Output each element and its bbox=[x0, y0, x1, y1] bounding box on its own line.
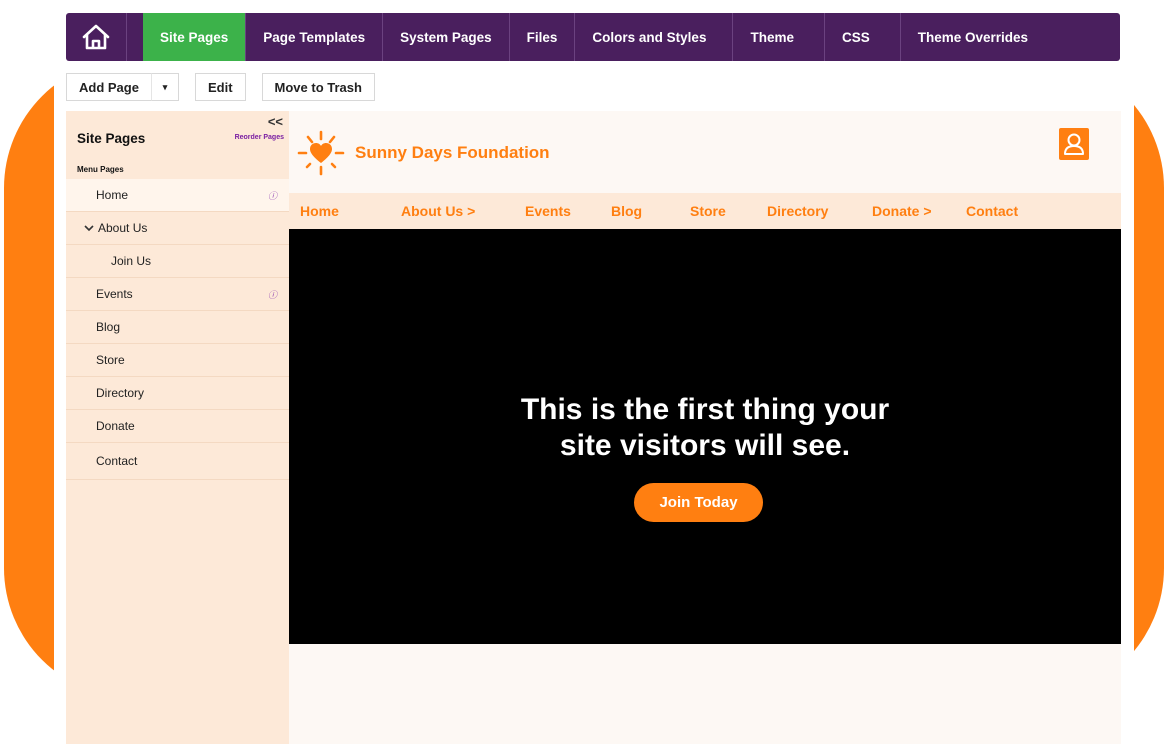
add-page-dropdown-button[interactable]: ▾ bbox=[150, 73, 179, 101]
page-toolbar: Add Page ▾ Edit Move to Trash bbox=[66, 73, 375, 101]
site-brand[interactable]: Sunny Days Foundation bbox=[295, 128, 550, 178]
sidebar-item-events[interactable]: Events ⓘ bbox=[66, 278, 289, 311]
site-navigation: Home About Us > Events Blog Store Direct… bbox=[289, 193, 1121, 229]
site-header: Sunny Days Foundation bbox=[289, 111, 1121, 193]
sidebar-item-label: Directory bbox=[96, 386, 145, 400]
tab-page-templates[interactable]: Page Templates bbox=[246, 13, 384, 61]
app-window: Site Pages Page Templates System Pages F… bbox=[54, 0, 1134, 744]
sidebar-item-directory[interactable]: Directory bbox=[66, 377, 289, 410]
site-pages-sidebar: Site Pages << Reorder Pages Menu Pages H… bbox=[66, 111, 289, 744]
hero-heading-line-2: site visitors will see. bbox=[559, 429, 851, 462]
user-icon bbox=[1064, 133, 1084, 155]
chevron-down-icon[interactable] bbox=[84, 224, 94, 232]
sidebar-item-label: Join Us bbox=[111, 254, 152, 268]
info-icon[interactable]: ⓘ bbox=[268, 189, 277, 202]
site-nav-blog[interactable]: Blog bbox=[611, 203, 642, 219]
sidebar-item-donate[interactable]: Donate bbox=[66, 410, 289, 443]
edit-button[interactable]: Edit bbox=[194, 73, 246, 101]
site-name: Sunny Days Foundation bbox=[355, 143, 550, 162]
tab-css[interactable]: CSS bbox=[825, 13, 901, 61]
sidebar-item-label: Events bbox=[96, 287, 133, 301]
site-nav-home[interactable]: Home bbox=[300, 203, 339, 219]
add-page-button[interactable]: Add Page bbox=[66, 73, 151, 101]
info-icon[interactable]: ⓘ bbox=[268, 288, 277, 301]
sidebar-header: Site Pages << Reorder Pages bbox=[66, 111, 289, 159]
hero-section: This is the first thing your site visito… bbox=[289, 229, 1121, 644]
site-nav-events[interactable]: Events bbox=[525, 203, 571, 219]
site-nav-directory[interactable]: Directory bbox=[767, 203, 828, 219]
sidebar-item-blog[interactable]: Blog bbox=[66, 311, 289, 344]
hero-heading: This is the first thing your site visito… bbox=[289, 392, 1121, 464]
tab-colors-and-styles[interactable]: Colors and Styles bbox=[575, 13, 734, 61]
top-navigation: Site Pages Page Templates System Pages F… bbox=[66, 13, 1120, 61]
home-button[interactable] bbox=[66, 13, 127, 61]
site-preview: Sunny Days Foundation Home About Us > Ev… bbox=[289, 111, 1121, 744]
sidebar-item-join-us[interactable]: Join Us bbox=[66, 245, 289, 278]
join-today-button[interactable]: Join Today bbox=[634, 483, 763, 522]
sidebar-item-store[interactable]: Store bbox=[66, 344, 289, 377]
site-nav-about-us[interactable]: About Us > bbox=[401, 203, 475, 219]
sun-heart-icon bbox=[297, 130, 345, 176]
sidebar-item-label: Store bbox=[96, 353, 125, 367]
tab-theme[interactable]: Theme bbox=[733, 13, 825, 61]
menu-pages-heading: Menu Pages bbox=[66, 159, 289, 179]
sidebar-title: Site Pages bbox=[77, 131, 146, 146]
site-nav-donate[interactable]: Donate > bbox=[872, 203, 932, 219]
add-page-split-button: Add Page ▾ bbox=[66, 73, 179, 101]
sidebar-item-label: Donate bbox=[96, 419, 135, 433]
site-nav-store[interactable]: Store bbox=[690, 203, 726, 219]
hero-heading-line-1: This is the first thing your bbox=[520, 393, 890, 426]
sidebar-item-contact[interactable]: Contact bbox=[66, 443, 289, 480]
tab-theme-overrides[interactable]: Theme Overrides bbox=[901, 13, 1045, 61]
home-icon bbox=[82, 24, 110, 50]
sidebar-item-label: About Us bbox=[98, 221, 148, 235]
tab-files[interactable]: Files bbox=[510, 13, 576, 61]
sidebar-item-label: Blog bbox=[96, 320, 121, 334]
tab-site-pages[interactable]: Site Pages bbox=[143, 13, 247, 61]
sidebar-item-label: Contact bbox=[96, 454, 138, 468]
account-button[interactable] bbox=[1059, 128, 1089, 160]
move-to-trash-button[interactable]: Move to Trash bbox=[261, 73, 375, 101]
reorder-pages-link[interactable]: Reorder Pages bbox=[235, 134, 284, 141]
sidebar-item-about-us[interactable]: About Us bbox=[66, 212, 289, 245]
site-nav-contact[interactable]: Contact bbox=[966, 203, 1018, 219]
tab-system-pages[interactable]: System Pages bbox=[383, 13, 510, 61]
sidebar-item-label: Home bbox=[96, 188, 129, 202]
collapse-sidebar-button[interactable]: << bbox=[268, 114, 283, 129]
sidebar-item-home[interactable]: Home ⓘ bbox=[66, 179, 289, 212]
